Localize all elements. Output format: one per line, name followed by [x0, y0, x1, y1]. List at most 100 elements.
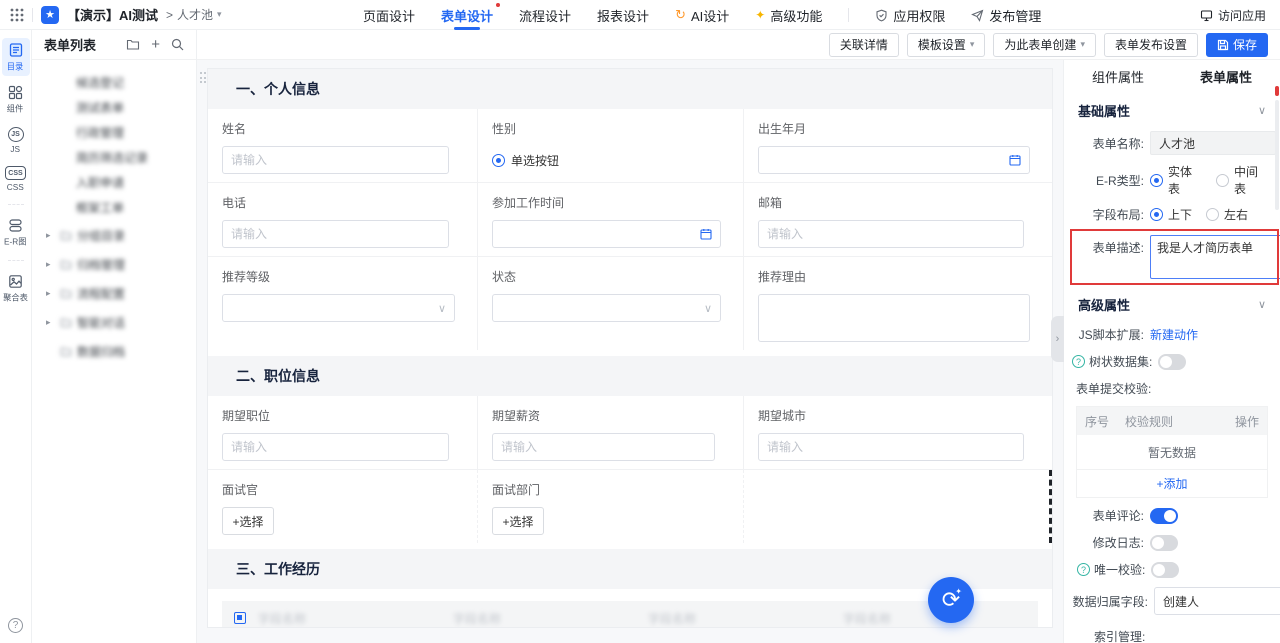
scrollbar-thumb[interactable]	[1275, 100, 1279, 210]
radio-layout-horizontal[interactable]: 左右	[1206, 206, 1248, 223]
expected-salary-input[interactable]	[492, 433, 715, 461]
tab-publish-management[interactable]: 发布管理	[971, 0, 1041, 30]
select-input[interactable]: ∨	[492, 294, 721, 322]
search-icon[interactable]	[171, 38, 184, 51]
rail-item-aggregate-table[interactable]: 聚合表	[2, 270, 30, 307]
expand-arrow-icon[interactable]: ▸	[46, 259, 60, 270]
textarea-input[interactable]	[758, 294, 1030, 342]
list-group-item[interactable]: ▸ 归档管理	[32, 251, 196, 278]
list-item[interactable]: 框架工单	[32, 195, 196, 220]
field-interviewer[interactable]: 面试官 +选择	[208, 470, 478, 543]
list-group-item[interactable]: ▸ 分组目录	[32, 222, 196, 249]
visit-app-button[interactable]: 访问应用	[1200, 0, 1266, 30]
tab-app-permissions[interactable]: 应用权限	[875, 0, 945, 30]
unique-check-toggle[interactable]	[1151, 562, 1179, 578]
new-action-link[interactable]: 新建动作	[1150, 326, 1198, 343]
add-form-icon[interactable]: +	[151, 37, 160, 52]
tab-ai-design[interactable]: ↻AI设计	[675, 0, 729, 30]
choose-interviewer-button[interactable]: +选择	[222, 507, 274, 535]
expand-arrow-icon[interactable]: ▸	[46, 317, 60, 328]
field-interview-department[interactable]: 面试部门 +选择	[478, 470, 744, 543]
phone-input[interactable]	[222, 220, 449, 248]
tab-form-properties[interactable]: 表单属性	[1172, 67, 1280, 86]
checkbox-icon[interactable]	[234, 612, 246, 624]
rail-item-components[interactable]: 组件	[2, 81, 30, 118]
save-button[interactable]: 保存	[1206, 33, 1268, 57]
field-expected-salary[interactable]: 期望薪资	[478, 396, 744, 470]
grid-menu-icon[interactable]	[10, 8, 24, 22]
tab-component-properties[interactable]: 组件属性	[1064, 67, 1172, 86]
tab-advanced-features[interactable]: ✦高级功能	[755, 0, 822, 30]
tab-report-design[interactable]: 报表设计	[597, 0, 649, 30]
date-input[interactable]	[492, 220, 721, 248]
add-rule-button[interactable]: +添加	[1077, 469, 1267, 497]
list-item[interactable]: 入职申请	[32, 170, 196, 195]
help-button[interactable]: ?	[8, 618, 23, 633]
section-header-work-experience[interactable]: 三、工作经历	[208, 549, 1052, 589]
field-expected-city[interactable]: 期望城市	[744, 396, 1052, 470]
app-star-icon[interactable]: ★	[41, 6, 59, 24]
create-from-form-button[interactable]: 为此表单创建▾	[993, 33, 1096, 57]
field-birth-date[interactable]: 出生年月	[744, 109, 1052, 183]
form-description-textarea[interactable]: 我是人才简历表单	[1150, 235, 1280, 279]
data-owner-select[interactable]: 创建人 ∨	[1154, 587, 1280, 615]
expected-city-input[interactable]	[758, 433, 1024, 461]
tab-flow-design[interactable]: 流程设计	[519, 0, 571, 30]
list-folder-item[interactable]: 数据归档	[32, 338, 196, 365]
field-gender[interactable]: 性别 单选按钮	[478, 109, 744, 183]
form-comment-toggle[interactable]	[1150, 508, 1178, 524]
chevron-down-icon[interactable]: ▾	[217, 9, 222, 20]
rail-item-catalog[interactable]: 目录	[2, 38, 30, 76]
related-detail-button[interactable]: 关联详情	[829, 33, 899, 57]
tree-dataset-toggle[interactable]	[1158, 354, 1186, 370]
list-item[interactable]: 候选登记	[32, 70, 196, 95]
name-input[interactable]	[222, 146, 449, 174]
list-group-item[interactable]: ▸ 智能对话	[32, 309, 196, 336]
new-folder-icon[interactable]	[126, 38, 140, 51]
change-log-toggle[interactable]	[1150, 535, 1178, 551]
form-name-input[interactable]	[1150, 131, 1276, 155]
field-recommend-level[interactable]: 推荐等级 ∨	[208, 257, 478, 350]
date-input[interactable]	[758, 146, 1030, 174]
rail-item-er-diagram[interactable]: E-R图	[2, 214, 30, 251]
rail-item-js[interactable]: JS JS	[2, 123, 30, 157]
collapse-icon[interactable]: ∨	[1258, 104, 1266, 117]
tab-page-design[interactable]: 页面设计	[363, 0, 415, 30]
form-publish-settings-button[interactable]: 表单发布设置	[1104, 33, 1198, 57]
expected-position-input[interactable]	[222, 433, 449, 461]
advanced-properties-header[interactable]: 高级属性 ∨	[1064, 286, 1280, 321]
email-input[interactable]	[758, 220, 1024, 248]
list-item[interactable]: 测试表单	[32, 95, 196, 120]
section-header-personal[interactable]: 一、个人信息	[208, 69, 1052, 109]
field-email[interactable]: 邮箱	[744, 183, 1052, 257]
field-name[interactable]: 姓名	[208, 109, 478, 183]
empty-cell[interactable]	[744, 470, 1052, 543]
field-work-start-date[interactable]: 参加工作时间	[478, 183, 744, 257]
choose-department-button[interactable]: +选择	[492, 507, 544, 535]
radio-entity-table[interactable]: 实体表	[1150, 163, 1202, 197]
section-header-position[interactable]: 二、职位信息	[208, 356, 1052, 396]
tab-form-design[interactable]: 表单设计	[441, 0, 493, 30]
expand-arrow-icon[interactable]: ▸	[46, 230, 60, 241]
list-item[interactable]: 行政管理	[32, 120, 196, 145]
breadcrumb-page[interactable]: 人才池	[177, 6, 213, 23]
list-item[interactable]: 简历筛选记录	[32, 145, 196, 170]
radio-middle-table[interactable]: 中间表	[1216, 163, 1268, 197]
question-circle-icon[interactable]: ?	[1077, 563, 1090, 576]
list-group-item[interactable]: ▸ 流程配置	[32, 280, 196, 307]
collapse-icon[interactable]: ∨	[1258, 298, 1266, 311]
field-recommend-reason[interactable]: 推荐理由	[744, 257, 1052, 350]
field-expected-position[interactable]: 期望职位	[208, 396, 478, 470]
radio-layout-vertical[interactable]: 上下	[1150, 206, 1192, 223]
rail-item-css[interactable]: CSS CSS	[2, 162, 30, 195]
field-phone[interactable]: 电话	[208, 183, 478, 257]
question-circle-icon[interactable]: ?	[1072, 355, 1085, 368]
select-input[interactable]: ∨	[222, 294, 455, 322]
expand-arrow-icon[interactable]: ▸	[46, 288, 60, 299]
ai-assistant-fab[interactable]: ⟳ ✦	[928, 577, 974, 623]
radio-icon[interactable]	[492, 154, 505, 167]
field-status[interactable]: 状态 ∨	[478, 257, 744, 350]
template-settings-button[interactable]: 模板设置▾	[907, 33, 986, 57]
panel-collapse-handle[interactable]: ›	[1051, 316, 1064, 362]
basic-properties-header[interactable]: 基础属性 ∨	[1064, 92, 1280, 127]
